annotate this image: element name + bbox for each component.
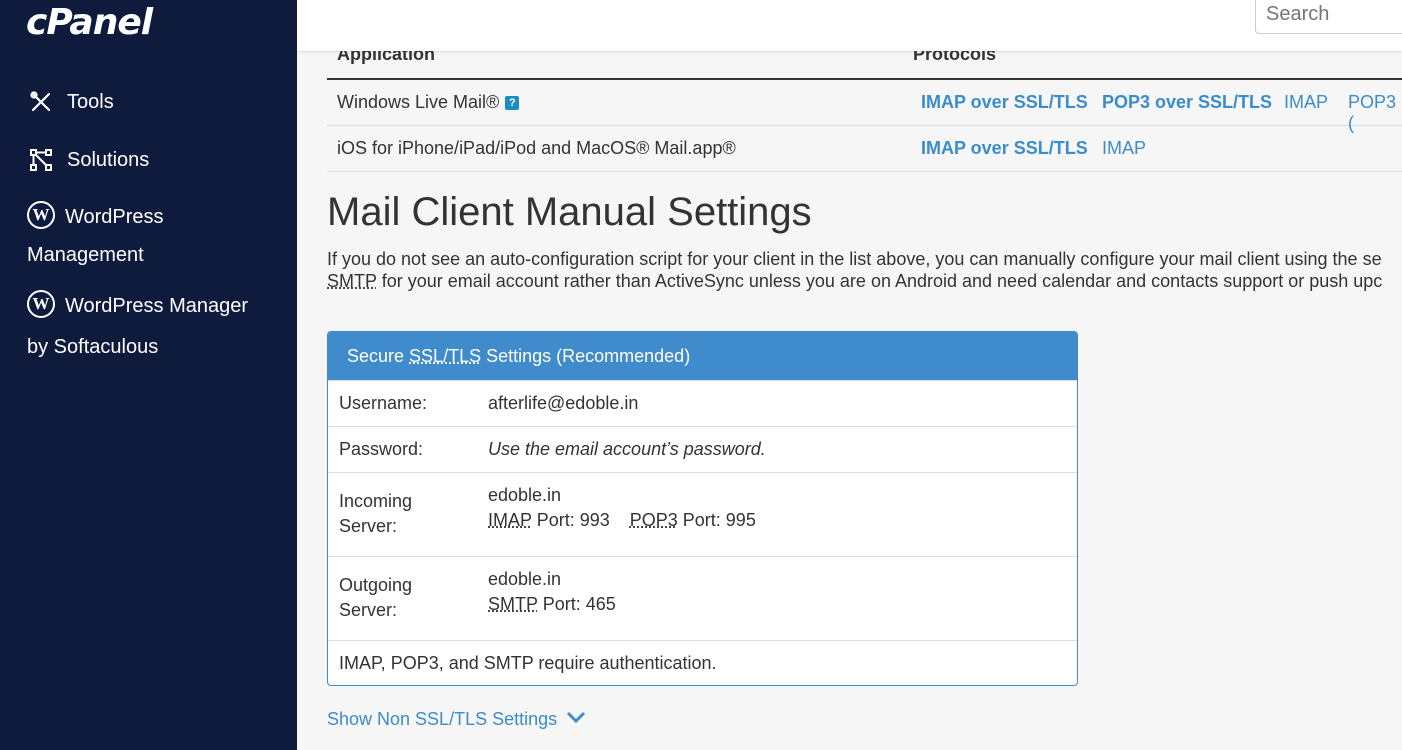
- wordpress-icon: W: [27, 290, 55, 318]
- tools-icon: [27, 88, 55, 116]
- outgoing-host: edoble.in: [488, 569, 561, 589]
- sidebar-item-label: WordPress: [65, 206, 164, 228]
- outgoing-value: edoble.in SMTP Port: 465: [488, 567, 616, 617]
- incoming-value: edoble.in IMAP Port: 993 POP3 Port: 995: [488, 483, 756, 533]
- page-title: Mail Client Manual Settings: [327, 190, 812, 235]
- sidebar-item-wordpress-management[interactable]: W WordPress Management: [27, 198, 277, 274]
- table-row: Windows Live Mail®? IMAP over SSL/TLS PO…: [327, 79, 1402, 126]
- settings-row-auth-note: IMAP, POP3, and SMTP require authenticat…: [328, 640, 1077, 686]
- app-name: iOS for iPhone/iPad/iPod and MacOS® Mail…: [337, 138, 736, 159]
- table-row: iOS for iPhone/iPad/iPod and MacOS® Mail…: [327, 125, 1402, 172]
- chevron-down-icon: [566, 708, 586, 729]
- settings-row-username: Username: afterlife@edoble.in: [328, 380, 1077, 426]
- settings-row-incoming: Incoming Server: edoble.in IMAP Port: 993…: [328, 472, 1077, 556]
- incoming-label: Incoming Server:: [339, 489, 412, 539]
- auth-note: IMAP, POP3, and SMTP require authenticat…: [339, 651, 717, 676]
- protocol-link-imap-ssl[interactable]: IMAP over SSL/TLS: [921, 138, 1088, 159]
- protocol-link-pop3-ssl[interactable]: POP3 over SSL/TLS: [1102, 92, 1272, 113]
- settings-row-password: Password: Use the email account’s passwo…: [328, 426, 1077, 472]
- settings-row-outgoing: Outgoing Server: edoble.in SMTP Port: 465: [328, 556, 1077, 640]
- smtp-abbr: SMTP: [327, 271, 377, 291]
- app-name: Windows Live Mail®?: [337, 92, 519, 113]
- wordpress-icon: W: [27, 201, 55, 229]
- top-header: [297, 0, 1402, 51]
- sidebar-item-label-2: Management: [27, 244, 144, 266]
- protocol-link-imap-ssl[interactable]: IMAP over SSL/TLS: [921, 92, 1088, 113]
- solutions-icon: [27, 146, 55, 174]
- intro-text: If you do not see an auto-configuration …: [327, 248, 1402, 292]
- protocol-link-imap[interactable]: IMAP: [1284, 92, 1328, 113]
- smtp-abbr: SMTP: [488, 594, 538, 614]
- imap-abbr: IMAP: [488, 510, 532, 530]
- sidebar-item-label: WordPress Manager: [65, 295, 248, 317]
- cpanel-logo[interactable]: cPanel: [26, 2, 152, 43]
- username-value: afterlife@edoble.in: [488, 391, 638, 416]
- protocol-link-imap[interactable]: IMAP: [1102, 138, 1146, 159]
- sidebar-item-wordpress-manager[interactable]: W WordPress Manager by Softaculous: [27, 286, 277, 368]
- help-icon[interactable]: ?: [505, 96, 519, 110]
- sidebar: cPanel Tools Solutions W WordPress Manage…: [0, 0, 297, 750]
- sidebar-item-solutions[interactable]: Solutions: [27, 146, 149, 174]
- pop3-abbr: POP3: [630, 510, 678, 530]
- secure-settings-panel: Secure SSL/TLS Settings (Recommended) Us…: [327, 331, 1078, 686]
- search-input[interactable]: [1255, 0, 1402, 34]
- sidebar-item-tools[interactable]: Tools: [27, 88, 114, 116]
- sidebar-item-label-2: by Softaculous: [27, 336, 158, 358]
- incoming-host: edoble.in: [488, 485, 561, 505]
- outgoing-label: Outgoing Server:: [339, 573, 412, 623]
- sidebar-item-label: Tools: [67, 88, 114, 116]
- panel-heading: Secure SSL/TLS Settings (Recommended): [328, 332, 1077, 380]
- show-non-ssl-settings-link[interactable]: Show Non SSL/TLS Settings: [327, 709, 586, 731]
- sidebar-item-label: Solutions: [67, 146, 149, 174]
- username-label: Username:: [339, 391, 427, 416]
- password-label: Password:: [339, 437, 423, 462]
- password-value: Use the email account’s password.: [488, 437, 766, 462]
